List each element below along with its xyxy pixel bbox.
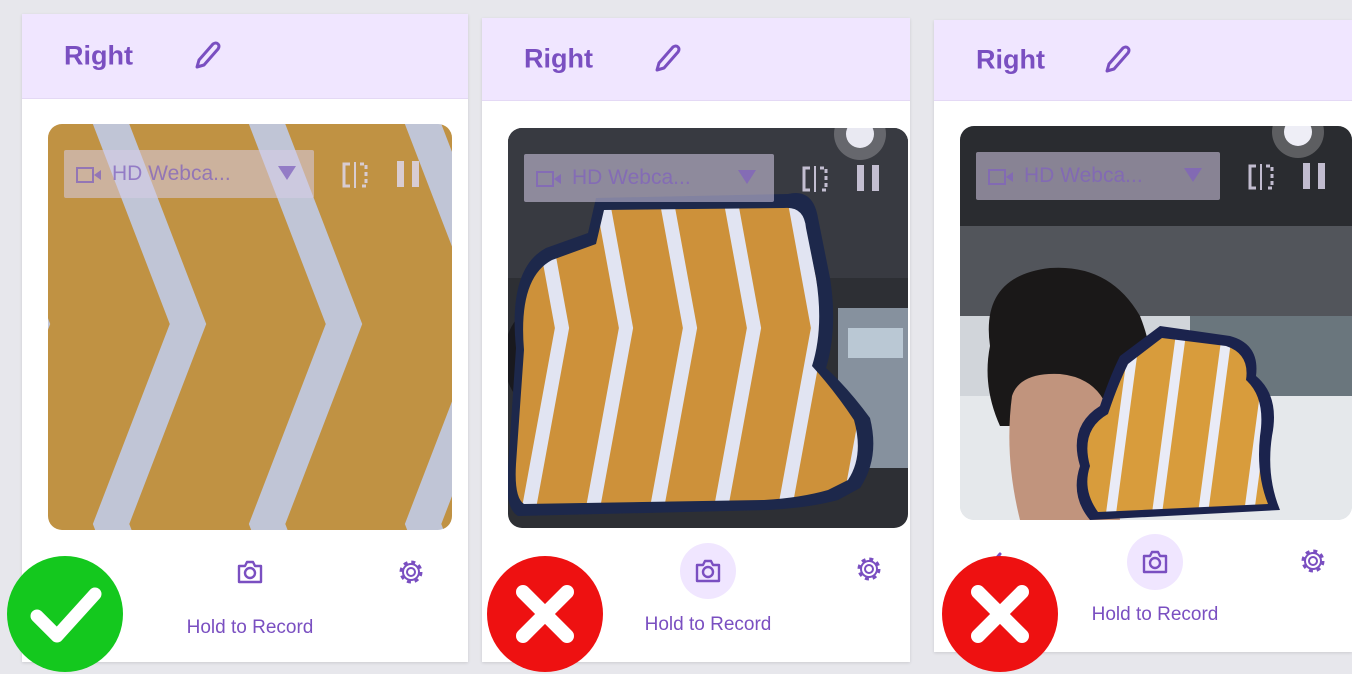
camera-device-name: HD Webca... xyxy=(1024,164,1143,187)
edit-pencil-icon[interactable] xyxy=(192,40,222,72)
pause-icon[interactable] xyxy=(857,165,881,191)
camera-controls: HD Webca... xyxy=(976,152,1336,200)
camera-device-select[interactable]: HD Webca... xyxy=(64,150,314,198)
record-button[interactable] xyxy=(222,544,278,600)
camera-preview: HD Webca... xyxy=(960,126,1352,520)
dropdown-caret-icon xyxy=(1184,168,1202,182)
panel-title: Right xyxy=(524,43,593,74)
x-mark-icon xyxy=(971,585,1029,643)
camera-device-select[interactable]: HD Webca... xyxy=(524,154,774,202)
x-mark-icon xyxy=(516,585,574,643)
camera-controls: HD Webca... xyxy=(524,154,892,202)
dropdown-caret-icon xyxy=(278,166,296,180)
camera-preview: HD Webca... xyxy=(48,124,452,530)
video-camera-icon xyxy=(536,171,561,187)
camera-device-name: HD Webca... xyxy=(572,166,691,189)
panel-title: Right xyxy=(976,44,1045,75)
camera-device-select[interactable]: HD Webca... xyxy=(976,152,1220,200)
camera-icon xyxy=(1142,550,1168,574)
incorrect-badge xyxy=(942,556,1058,672)
flip-camera-icon[interactable] xyxy=(340,160,370,190)
gear-icon[interactable] xyxy=(854,554,884,584)
checkmark-icon xyxy=(30,587,102,643)
panel-header: Right xyxy=(22,14,468,99)
pause-icon[interactable] xyxy=(397,161,421,187)
camera-icon xyxy=(695,559,721,583)
camera-icon xyxy=(237,560,263,584)
video-camera-icon xyxy=(76,167,101,183)
record-button[interactable] xyxy=(1127,534,1183,590)
gear-icon[interactable] xyxy=(396,557,426,587)
pause-icon[interactable] xyxy=(1303,163,1327,189)
hold-to-record-label: Hold to Record xyxy=(1091,604,1219,625)
edit-pencil-icon[interactable] xyxy=(1102,44,1132,76)
dropdown-caret-icon xyxy=(738,170,756,184)
hold-to-record-label: Hold to Record xyxy=(644,614,772,635)
flip-camera-icon[interactable] xyxy=(800,164,830,194)
edit-pencil-icon[interactable] xyxy=(652,43,682,75)
flip-camera-icon[interactable] xyxy=(1246,162,1276,192)
camera-preview: HD Webca... xyxy=(508,128,908,528)
camera-controls: HD Webca... xyxy=(64,150,436,198)
panel-title: Right xyxy=(64,40,133,71)
panel-header: Right xyxy=(482,18,910,101)
video-camera-icon xyxy=(988,169,1013,185)
camera-device-name: HD Webca... xyxy=(112,162,231,185)
correct-badge xyxy=(7,556,123,672)
record-button[interactable] xyxy=(680,543,736,599)
gear-icon[interactable] xyxy=(1298,546,1328,576)
hold-to-record-label: Hold to Record xyxy=(186,617,314,638)
panel-header: Right xyxy=(934,20,1352,101)
incorrect-badge xyxy=(487,556,603,672)
